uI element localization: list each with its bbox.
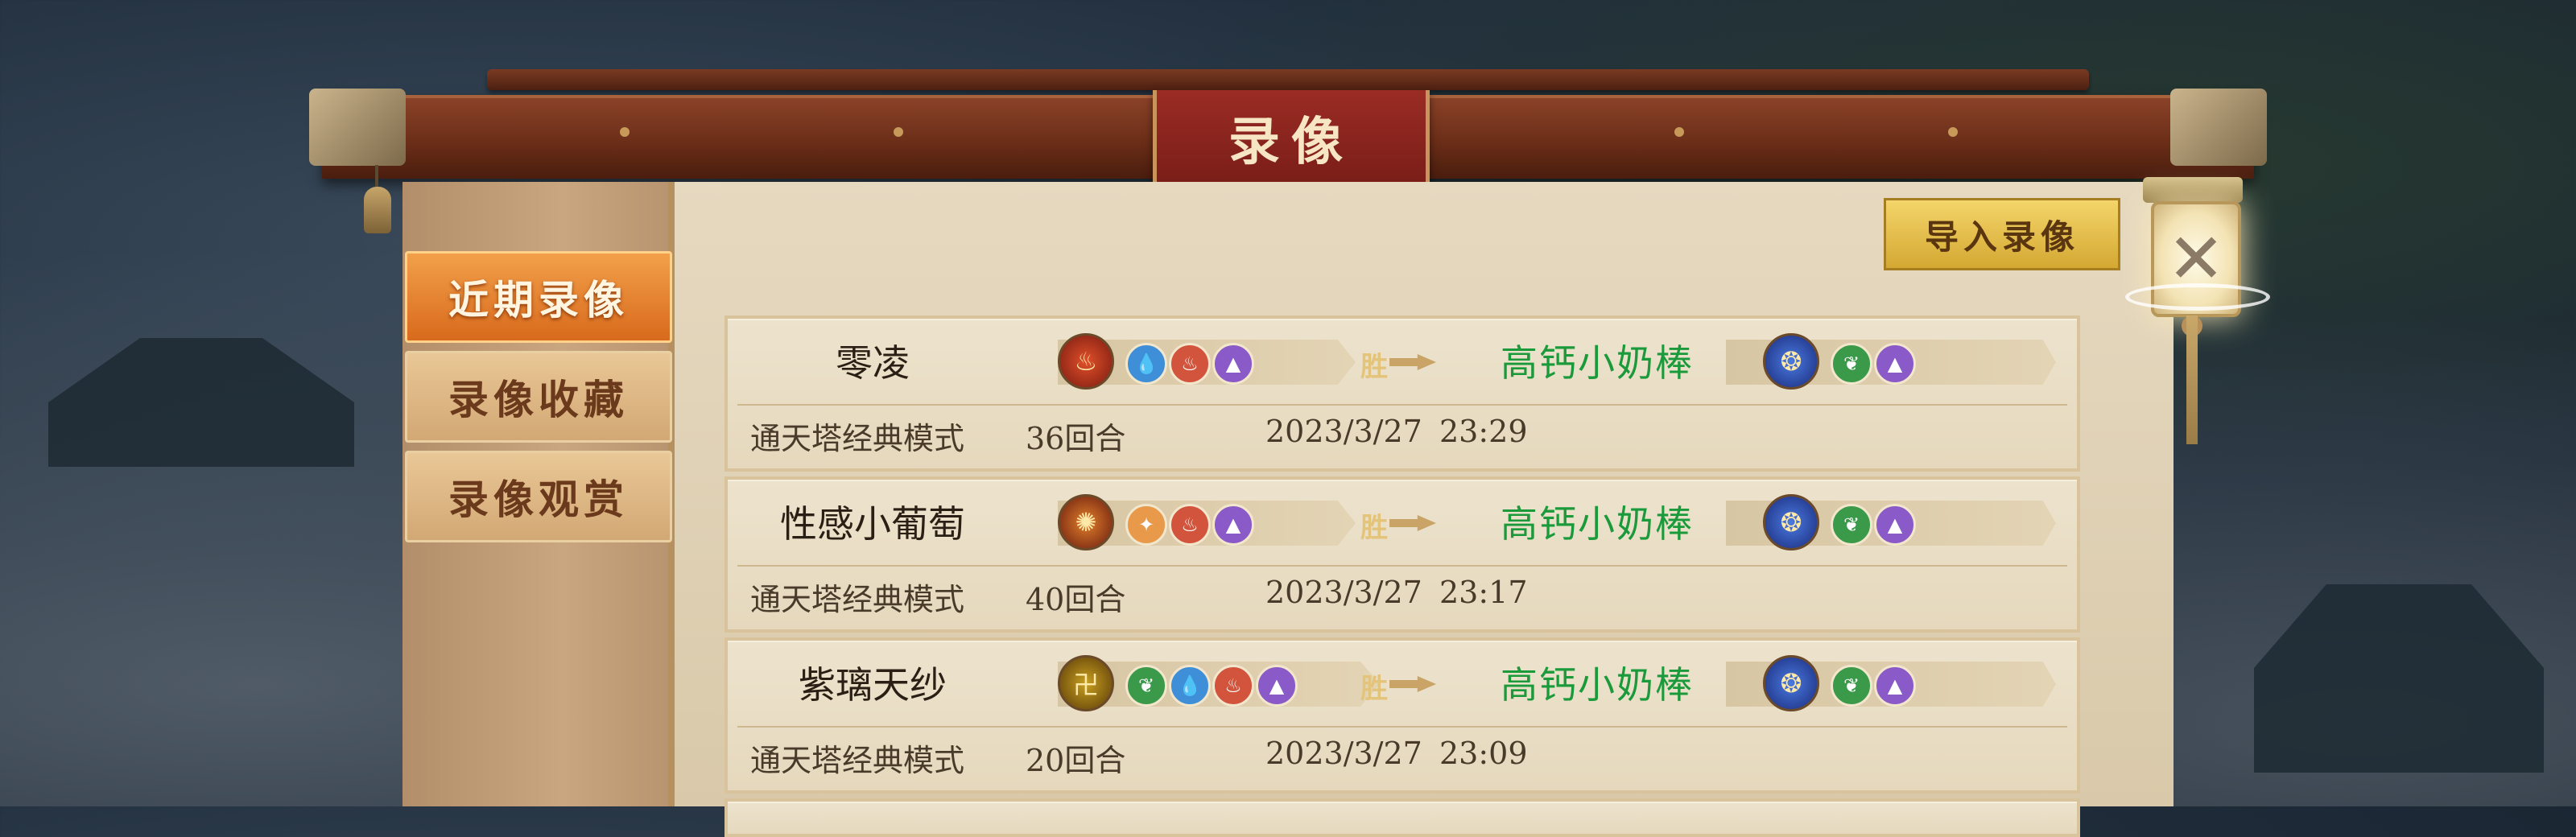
page-title: 录像 bbox=[1228, 112, 1354, 172]
arrow-right-icon bbox=[1389, 515, 1436, 531]
title-plaque: 录像 bbox=[1153, 90, 1430, 189]
arrow-right-icon bbox=[1389, 676, 1436, 692]
result-label: 胜 bbox=[1360, 673, 1388, 705]
record-time: 23:29 bbox=[1439, 414, 1528, 449]
bell-icon bbox=[364, 187, 391, 233]
tab-watch-replays[interactable]: 录像观赏 bbox=[405, 451, 672, 542]
beam-stud bbox=[1948, 127, 1958, 137]
wood-element-icon: ❦ bbox=[1831, 343, 1872, 385]
replay-record[interactable]: 零凌 ♨ 💧 ♨ ▲ 胜 高钙小奶棒 ❂ ❦ ▲ 通天塔经典模式 36回合 20… bbox=[724, 315, 2080, 472]
tab-favorite-replays[interactable]: 录像收藏 bbox=[405, 351, 672, 443]
player-name: 性感小葡萄 bbox=[780, 502, 965, 546]
tab-label: 录像收藏 bbox=[448, 376, 629, 423]
bell-string bbox=[375, 165, 378, 189]
opponent-name: 高钙小奶棒 bbox=[1501, 663, 1694, 707]
record-time: 23:17 bbox=[1439, 575, 1528, 610]
lantern-cap bbox=[2143, 177, 2243, 203]
beam-cap-left bbox=[309, 89, 406, 166]
record-date: 2023/3/27 bbox=[1265, 736, 1422, 771]
player-name: 紫璃天纱 bbox=[799, 663, 947, 707]
beam-stud bbox=[1674, 127, 1684, 137]
victory-arrow-badge: 胜 bbox=[1360, 666, 1436, 705]
top-beam bbox=[487, 69, 2089, 90]
mountain-element-icon: ▲ bbox=[1212, 343, 1254, 385]
round-count: 20回合 bbox=[1026, 743, 1126, 778]
water-element-icon: 💧 bbox=[1125, 343, 1167, 385]
arrow-right-icon bbox=[1389, 354, 1436, 370]
replay-record[interactable]: 性感小葡萄 ✺ ✦ ♨ ▲ 胜 高钙小奶棒 ❂ ❦ ▲ 通天塔经典模式 40回合… bbox=[724, 476, 2080, 633]
victory-arrow-badge: 胜 bbox=[1360, 344, 1436, 383]
wood-element-icon: ❦ bbox=[1831, 504, 1872, 546]
wood-element-icon: ❦ bbox=[1125, 665, 1167, 707]
tab-label: 近期录像 bbox=[448, 276, 629, 324]
wood-element-icon: ❦ bbox=[1831, 665, 1872, 707]
opponent-name: 高钙小奶棒 bbox=[1501, 502, 1694, 546]
record-date: 2023/3/27 bbox=[1265, 575, 1422, 610]
game-mode: 通天塔经典模式 bbox=[750, 743, 965, 778]
fire-element-icon: ♨ bbox=[1169, 343, 1211, 385]
replay-record[interactable]: 紫璃天纱 卍 ❦ 💧 ♨ ▲ 胜 高钙小奶棒 ❂ ❦ ▲ 通天塔经典模式 20回… bbox=[724, 637, 2080, 794]
beam-cap-right bbox=[2170, 89, 2267, 166]
mountain-element-icon: ▲ bbox=[1212, 504, 1254, 546]
swastika-emblem-avatar-icon: 卍 bbox=[1058, 655, 1114, 711]
round-count: 40回合 bbox=[1026, 582, 1126, 617]
beam-stud bbox=[620, 127, 630, 137]
result-label: 胜 bbox=[1360, 512, 1388, 544]
mountain-element-icon: ▲ bbox=[1874, 504, 1916, 546]
blue-dragon-avatar-icon: ❂ bbox=[1763, 655, 1819, 711]
opponent-name: 高钙小奶棒 bbox=[1501, 341, 1694, 385]
result-label: 胜 bbox=[1360, 351, 1388, 383]
lantern-tassel bbox=[2186, 315, 2198, 444]
divider bbox=[737, 726, 2067, 728]
fire-element-icon: ♨ bbox=[1169, 504, 1211, 546]
divider bbox=[737, 404, 2067, 406]
record-time: 23:09 bbox=[1439, 736, 1528, 771]
light-element-icon: ✦ bbox=[1125, 504, 1167, 546]
player-name: 零凌 bbox=[836, 341, 910, 385]
beam-stud bbox=[894, 127, 903, 137]
replay-record-partial[interactable] bbox=[724, 798, 2080, 837]
fire-demon-avatar-icon: ♨ bbox=[1058, 333, 1114, 390]
tab-label: 录像观赏 bbox=[448, 476, 629, 523]
tab-recent-replays[interactable]: 近期录像 bbox=[405, 251, 672, 343]
game-mode: 通天塔经典模式 bbox=[750, 582, 965, 617]
round-count: 36回合 bbox=[1026, 421, 1126, 456]
water-element-icon: 💧 bbox=[1169, 665, 1211, 707]
fire-element-icon: ♨ bbox=[1212, 665, 1254, 707]
lantern-glow-ring bbox=[2125, 283, 2270, 311]
blue-dragon-avatar-icon: ❂ bbox=[1763, 333, 1819, 390]
game-mode: 通天塔经典模式 bbox=[750, 421, 965, 456]
blue-dragon-avatar-icon: ❂ bbox=[1763, 494, 1819, 550]
import-replay-button[interactable]: 导入录像 bbox=[1884, 198, 2120, 270]
mountain-element-icon: ▲ bbox=[1874, 665, 1916, 707]
mountain-element-icon: ▲ bbox=[1874, 343, 1916, 385]
victory-arrow-badge: 胜 bbox=[1360, 505, 1436, 544]
import-replay-label: 导入录像 bbox=[1924, 216, 2079, 257]
divider bbox=[737, 565, 2067, 567]
record-date: 2023/3/27 bbox=[1265, 414, 1422, 449]
mountain-element-icon: ▲ bbox=[1256, 665, 1298, 707]
phoenix-avatar-icon: ✺ bbox=[1058, 494, 1114, 550]
